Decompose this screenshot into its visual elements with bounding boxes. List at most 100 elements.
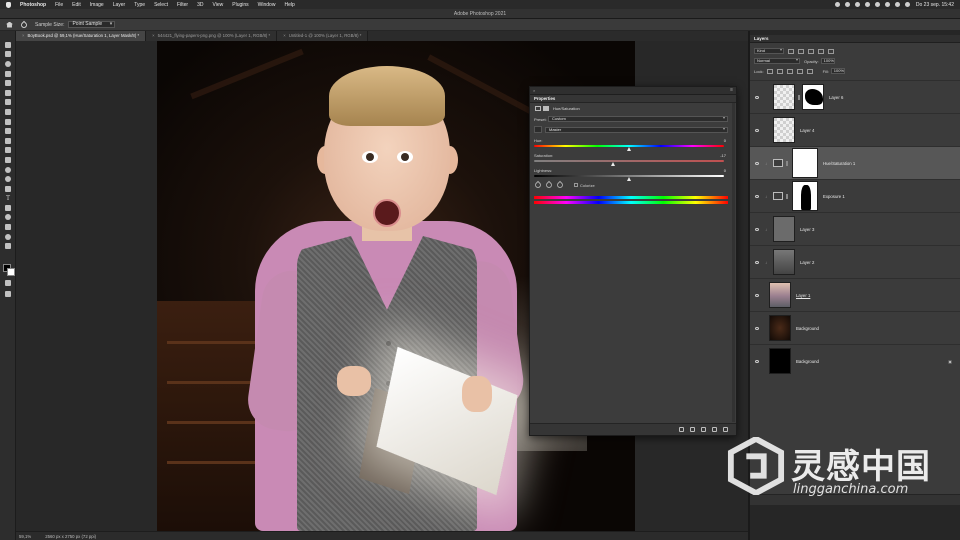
search-icon[interactable] — [894, 2, 900, 7]
clip-to-layer-icon[interactable] — [679, 427, 684, 432]
pen-tool[interactable] — [0, 184, 16, 194]
eye-icon[interactable] — [755, 227, 759, 231]
filter-pixel-icon[interactable] — [788, 48, 794, 54]
trash-icon[interactable] — [723, 427, 728, 432]
eyedropper-icon[interactable] — [19, 20, 29, 29]
hue-slider-thumb[interactable] — [627, 147, 631, 151]
eye-icon[interactable] — [755, 161, 759, 165]
layer-name[interactable]: Exposure 1 — [823, 194, 845, 199]
background-color-swatch[interactable] — [7, 268, 15, 276]
eyedropper-plus-icon[interactable] — [544, 180, 554, 190]
type-tool[interactable]: T — [0, 194, 16, 204]
layer-row-layer-1[interactable]: Layer 1 — [750, 278, 960, 311]
record-icon[interactable] — [834, 2, 840, 7]
layer-name[interactable]: Layer 4 — [800, 128, 814, 133]
quick-mask-button[interactable] — [0, 278, 16, 288]
menu-plugins[interactable]: Plugins — [232, 2, 248, 8]
lasso-tool[interactable] — [0, 59, 16, 69]
saturation-slider-thumb[interactable] — [610, 162, 615, 166]
shield-icon[interactable] — [854, 2, 860, 7]
sample-size-select[interactable]: Point Sample — [68, 21, 116, 28]
layer-row-background-black[interactable]: Background ▣ — [750, 344, 960, 377]
preset-select[interactable]: Custom — [548, 116, 728, 122]
path-select-tool[interactable] — [0, 203, 16, 213]
menubar-clock[interactable]: Do 23 sep. 15:42 — [916, 2, 954, 8]
properties-scrollbar[interactable] — [732, 103, 735, 422]
dodge-tool[interactable] — [0, 174, 16, 184]
channel-select[interactable]: Master — [545, 126, 728, 133]
wifi-icon[interactable] — [884, 2, 890, 7]
layer-row-exposure-1[interactable]: ↓ Exposure 1 — [750, 179, 960, 212]
menu-app[interactable]: Photoshop — [20, 2, 46, 8]
view-previous-icon[interactable] — [690, 427, 695, 432]
eye-icon[interactable] — [755, 359, 759, 363]
hand-tool[interactable] — [0, 222, 16, 232]
menu-image[interactable]: Image — [90, 2, 104, 8]
eye-icon[interactable] — [755, 95, 759, 99]
layer-mask-thumbnail[interactable] — [802, 84, 824, 110]
bluetooth-icon[interactable] — [874, 2, 880, 7]
layer-mask-thumbnail[interactable] — [792, 181, 818, 211]
close-icon[interactable]: × — [533, 88, 535, 93]
targeted-adjustment-icon[interactable] — [534, 126, 542, 133]
blur-tool[interactable] — [0, 165, 16, 175]
frame-tool[interactable] — [0, 88, 16, 98]
history-brush-tool[interactable] — [0, 136, 16, 146]
layer-name[interactable]: Background — [796, 359, 819, 364]
eye-icon[interactable] — [755, 194, 759, 198]
dropbox-icon[interactable] — [844, 2, 850, 7]
filter-kind-select[interactable]: Kind — [754, 48, 784, 54]
zoom-level[interactable]: 59,1% — [19, 534, 31, 539]
menu-3d[interactable]: 3D — [197, 2, 203, 8]
reset-icon[interactable] — [701, 427, 706, 432]
doc-tab-boybook[interactable]: × BoyBook.psd @ 59,1% (Hue/Saturation 1, … — [16, 31, 147, 41]
lock-move-icon[interactable] — [786, 68, 793, 74]
layer-name[interactable]: Layer 6 — [829, 95, 843, 100]
doc-tab-untitled[interactable]: × Untitled-1 @ 100% (Layer 1, RGB/8) * — [277, 31, 369, 41]
eyedropper-minus-icon[interactable] — [555, 180, 565, 190]
display-icon[interactable] — [864, 2, 870, 7]
saturation-value-field[interactable]: -17 — [712, 153, 726, 158]
lock-all-icon[interactable] — [806, 68, 813, 74]
adjustment-icon[interactable] — [535, 105, 541, 111]
doc-tab-flying-papers[interactable]: × 544421_flying-papers-png.png @ 100% (La… — [146, 31, 278, 41]
fill-field[interactable]: 100% — [830, 68, 845, 74]
saturation-slider[interactable] — [534, 160, 724, 162]
layer-row-layer-6[interactable]: Layer 6 — [750, 80, 960, 113]
healing-tool[interactable] — [0, 107, 16, 117]
lock-artboard-icon[interactable] — [796, 68, 803, 74]
filter-type-icon[interactable] — [808, 48, 814, 54]
move-tool[interactable] — [0, 40, 16, 50]
quick-select-tool[interactable] — [0, 69, 16, 79]
layer-name[interactable]: Layer 1 — [796, 293, 810, 298]
close-icon[interactable]: × — [152, 33, 155, 38]
eye-icon[interactable] — [755, 293, 759, 297]
eyedropper-tool[interactable] — [0, 98, 16, 108]
layer-row-layer-4[interactable]: Layer 4 — [750, 113, 960, 146]
eye-icon[interactable] — [755, 128, 759, 132]
lightness-value-field[interactable]: 0 — [712, 168, 726, 173]
layer-mask-thumbnail[interactable] — [792, 148, 818, 178]
link-icon[interactable] — [786, 193, 788, 199]
eye-icon[interactable] — [755, 326, 759, 330]
home-icon[interactable] — [6, 21, 13, 28]
blend-mode-select[interactable]: Normal — [754, 58, 800, 64]
filter-adjustment-icon[interactable] — [798, 48, 804, 54]
panel-menu-icon[interactable]: ≡ — [730, 87, 733, 93]
menu-window[interactable]: Window — [258, 2, 276, 8]
document-size[interactable]: 2560 px x 2750 px (72 ppi) — [45, 534, 96, 539]
properties-panel-header[interactable]: × ≡ — [530, 87, 736, 95]
screen-mode-button[interactable] — [0, 289, 16, 299]
apple-icon[interactable] — [6, 1, 11, 8]
eye-icon[interactable] — [755, 260, 759, 264]
layer-name[interactable]: Hue/Saturation 1 — [823, 161, 855, 166]
menu-select[interactable]: Select — [154, 2, 168, 8]
visibility-icon[interactable] — [712, 427, 717, 432]
opacity-field[interactable]: 100% — [820, 58, 835, 64]
control-center-icon[interactable] — [904, 2, 910, 7]
filter-smart-object-icon[interactable] — [828, 48, 834, 54]
edit-toolbar[interactable] — [0, 241, 16, 251]
hue-value-field[interactable]: 0 — [712, 138, 726, 143]
eyedropper-icon[interactable] — [533, 180, 543, 190]
lock-paint-icon[interactable] — [776, 68, 783, 74]
